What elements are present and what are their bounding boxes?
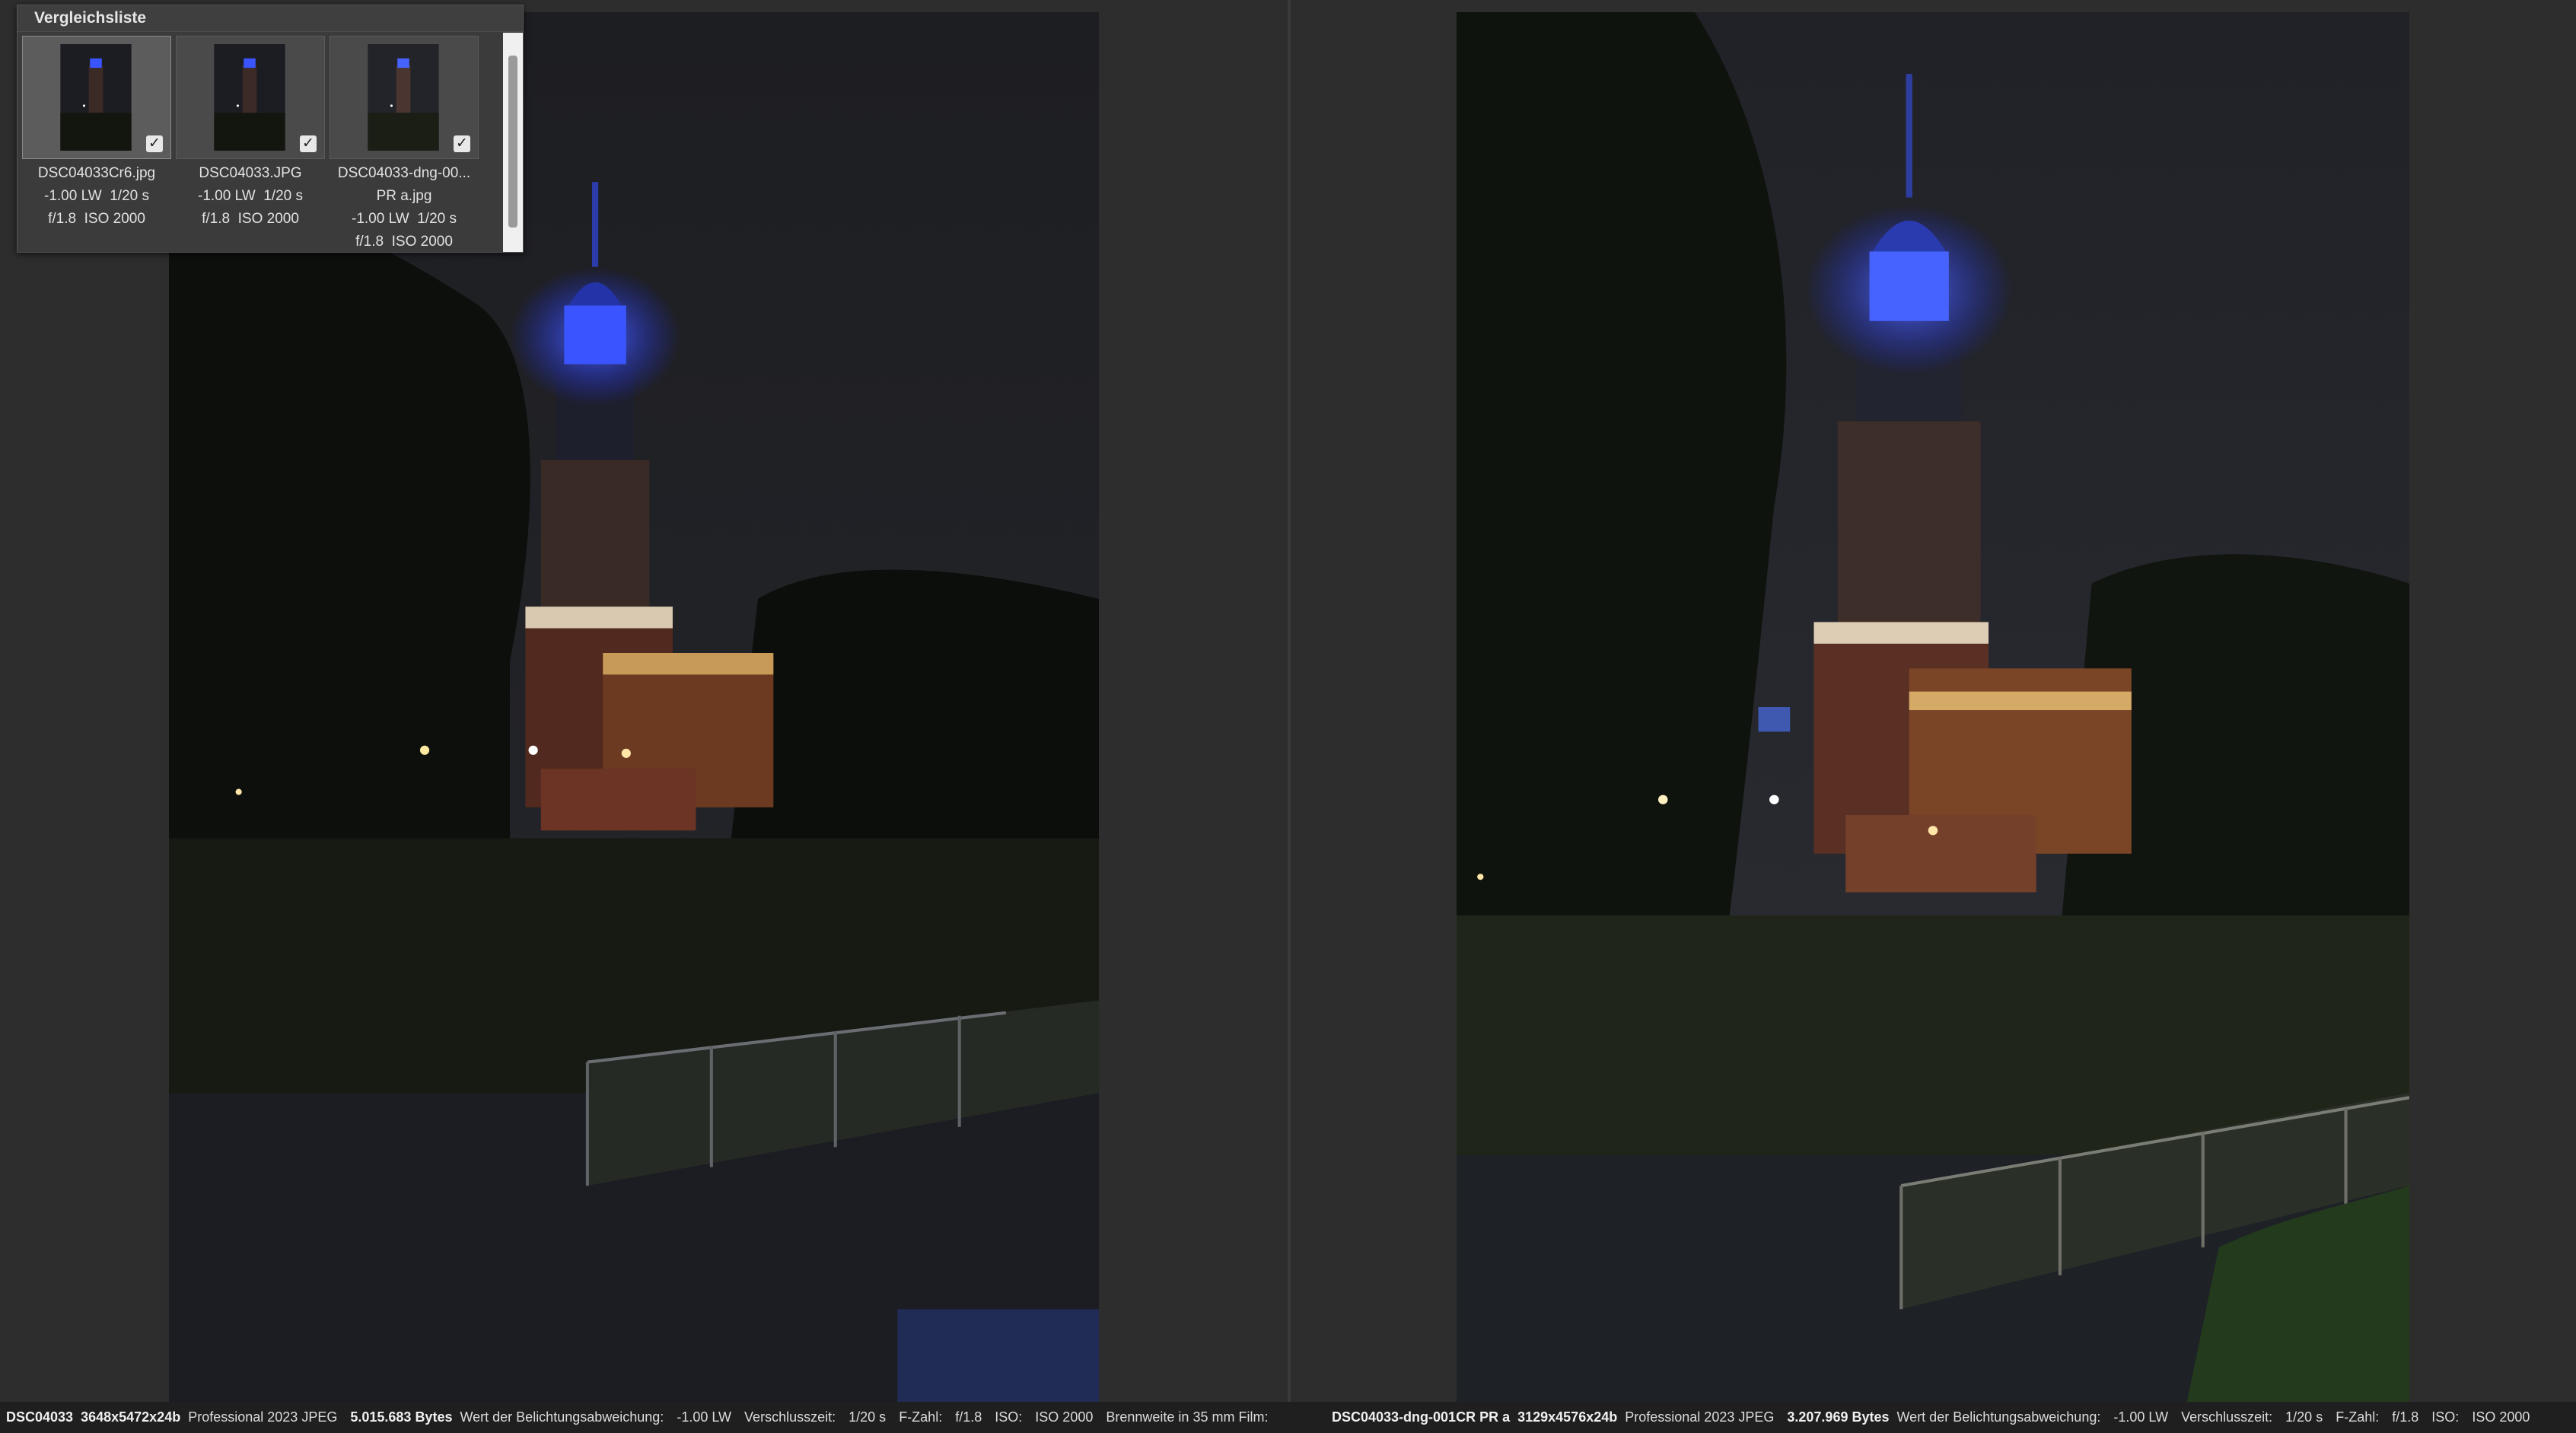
status-filename: DSC04033 [6, 1409, 74, 1425]
right-photo-image [1457, 12, 2409, 1402]
checkbox-icon[interactable]: ✓ [146, 135, 163, 152]
compare-list-title: Vergleichsliste [18, 5, 523, 32]
status-exposure-label: Wert der Belichtungsabweichung: [1896, 1409, 2101, 1425]
status-aperture-label: F-Zahl: [2336, 1409, 2380, 1425]
thumbnail-image [368, 44, 439, 151]
thumbnail-frame[interactable]: ✓ [330, 36, 479, 159]
status-aperture-label: F-Zahl: [899, 1409, 943, 1425]
compare-thumbnails: ✓ DSC04033Cr6.jpg -1.00 LW 1/20 s f/1.8 … [18, 33, 502, 252]
thumbnail-image [214, 44, 285, 151]
thumbnail-caption: DSC04033-dng-00... PR a.jpg -1.00 LW 1/2… [337, 165, 471, 250]
checkbox-icon[interactable]: ✓ [454, 135, 470, 152]
status-aperture: f/1.8 [955, 1409, 982, 1425]
thumbnail-frame[interactable]: ✓ [176, 36, 325, 159]
status-iso-label: ISO: [2431, 1409, 2460, 1425]
thumbnail-frame[interactable]: ✓ [22, 36, 171, 159]
status-bar: DSC04033 3648x5472x24b Professional 2023… [0, 1402, 2576, 1433]
thumbnail-item[interactable]: ✓ DSC04033Cr6.jpg -1.00 LW 1/20 s f/1.8 … [22, 36, 171, 231]
status-iso: ISO 2000 [1035, 1409, 1094, 1425]
status-shutter-label: Verschlusszeit: [744, 1409, 836, 1425]
status-size: 3.207.969 Bytes [1787, 1409, 1890, 1425]
status-format: Professional 2023 JPEG [1625, 1409, 1775, 1425]
status-shutter: 1/20 s [849, 1409, 887, 1425]
status-aperture: f/1.8 [2392, 1409, 2419, 1425]
right-photo[interactable] [1457, 12, 2409, 1402]
thumbnail-caption: DSC04033Cr6.jpg -1.00 LW 1/20 s f/1.8 IS… [37, 165, 156, 227]
thumbnail-caption: DSC04033.JPG -1.00 LW 1/20 s f/1.8 ISO 2… [198, 165, 303, 227]
left-image-pane[interactable]: Vergleichsliste ✓ DSC04033Cr6.jpg -1.00 … [0, 0, 1288, 1402]
thumbnail-item[interactable]: ✓ DSC04033-dng-00... PR a.jpg -1.00 LW 1… [330, 36, 479, 253]
compare-list-panel: Vergleichsliste ✓ DSC04033Cr6.jpg -1.00 … [17, 5, 524, 253]
status-iso: ISO 2000 [2472, 1409, 2530, 1425]
status-right: DSC04033-dng-001CR PR a 3129x4576x24b Pr… [1332, 1402, 2572, 1433]
status-size: 5.015.683 Bytes [350, 1409, 453, 1425]
compare-list-scrollbar[interactable] [503, 33, 523, 252]
thumbnail-item[interactable]: ✓ DSC04033.JPG -1.00 LW 1/20 s f/1.8 ISO… [176, 36, 325, 231]
status-dimensions: 3129x4576x24b [1517, 1409, 1618, 1425]
right-image-pane[interactable] [1291, 0, 2576, 1402]
status-exposure: -1.00 LW [677, 1409, 732, 1425]
status-focal-label: Brennweite in 35 mm Film: [1106, 1409, 1269, 1425]
status-iso-label: ISO: [995, 1409, 1023, 1425]
status-shutter-label: Verschlusszeit: [2181, 1409, 2273, 1425]
status-format: Professional 2023 JPEG [188, 1409, 338, 1425]
status-exposure: -1.00 LW [2113, 1409, 2169, 1425]
status-left: DSC04033 3648x5472x24b Professional 2023… [6, 1402, 1285, 1433]
thumbnail-image [60, 44, 132, 151]
status-dimensions: 3648x5472x24b [81, 1409, 181, 1425]
status-exposure-label: Wert der Belichtungsabweichung: [460, 1409, 664, 1425]
checkbox-icon[interactable]: ✓ [300, 135, 317, 152]
scrollbar-thumb[interactable] [508, 56, 517, 228]
status-filename: DSC04033-dng-001CR PR a [1332, 1409, 1511, 1425]
status-shutter: 1/20 s [2285, 1409, 2323, 1425]
